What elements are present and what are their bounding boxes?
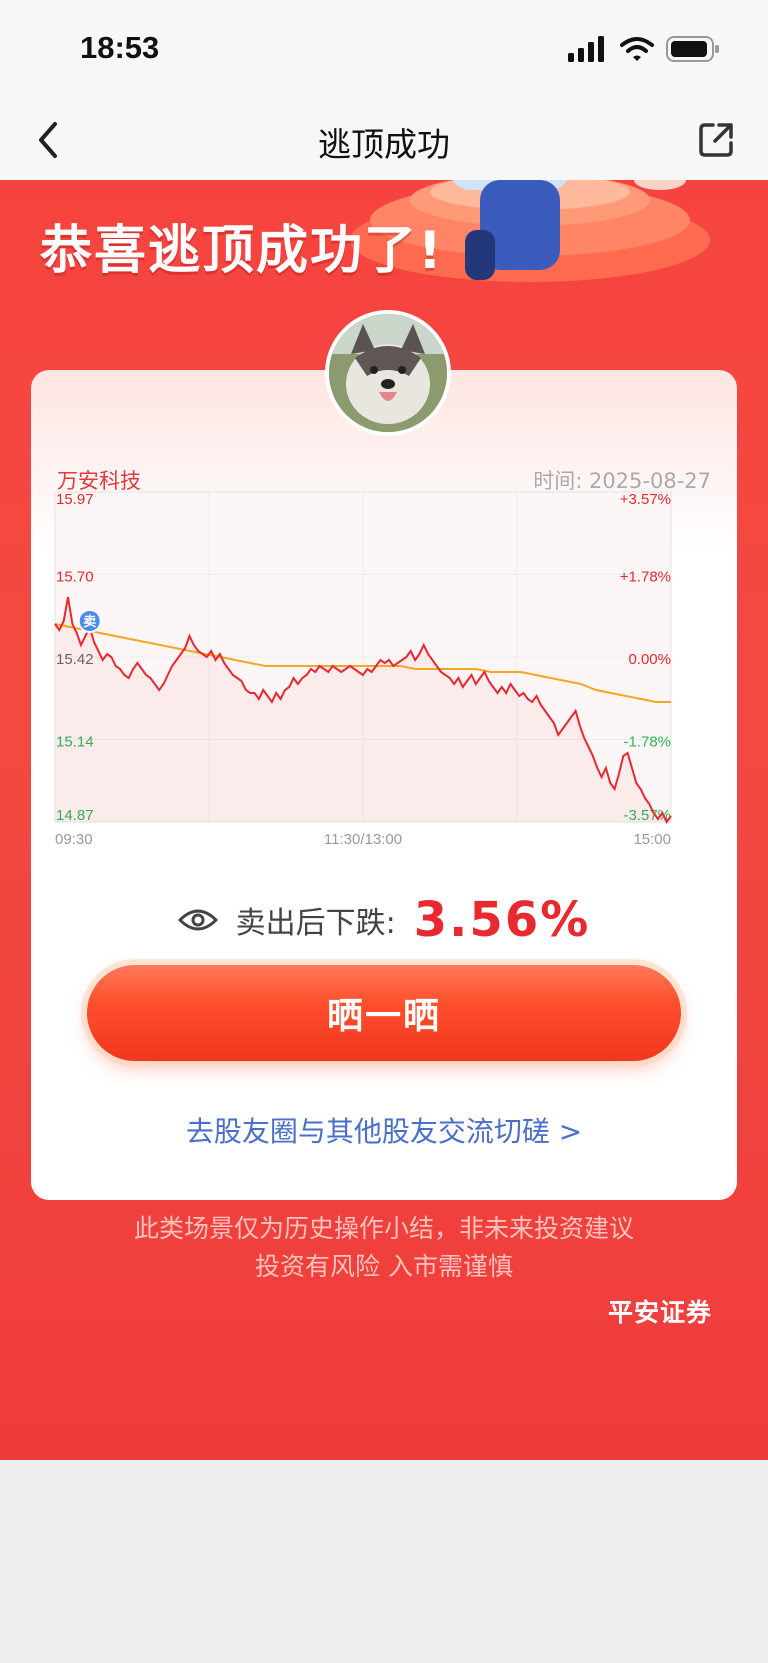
status-icons [568, 36, 720, 62]
cellular-signal-icon [568, 36, 604, 62]
share-button[interactable]: 晒一晒 [87, 965, 681, 1061]
battery-icon [666, 36, 719, 62]
share-external-icon [699, 123, 733, 157]
result-row: 卖出后下跌: 3.56% [31, 890, 737, 950]
wifi-icon [620, 37, 654, 61]
price-tick-label: 15.97 [56, 491, 94, 508]
percent-tick-label: 0.00% [628, 651, 671, 668]
result-card: 万安科技 时间: 2025-08-27 15.9715.7015.4215.14… [31, 370, 737, 1200]
disclaimer-line-2: 投资有风险 入市需谨慎 [255, 1252, 513, 1281]
percent-tick-label: +3.57% [620, 491, 671, 508]
time-tick-label: 09:30 [55, 831, 93, 848]
intraday-chart: 15.9715.7015.4215.1414.87+3.57%+1.78%0.0… [54, 491, 672, 848]
result-label: 卖出后下跌: [235, 906, 396, 941]
community-link[interactable]: 去股友圈与其他股友交流切磋 > [31, 1110, 737, 1150]
status-time: 18:53 [80, 30, 160, 65]
time-tick-label: 11:30/13:00 [324, 831, 402, 848]
share-external-button[interactable] [692, 116, 740, 164]
eye-icon [177, 909, 218, 931]
disclaimer-line-1: 此类场景仅为历史操作小结，非未来投资建议 [133, 1214, 634, 1243]
result-value: 3.56% [413, 892, 591, 948]
hero-title: 恭喜逃顶成功了! [40, 221, 444, 281]
percent-tick-label: +1.78% [620, 569, 671, 586]
user-avatar [325, 310, 451, 436]
status-bar: 18:53 [0, 0, 768, 100]
disclaimer: 此类场景仅为历史操作小结，非未来投资建议 投资有风险 入市需谨慎 [0, 1210, 768, 1286]
navigation-bar: 逃顶成功 [0, 100, 768, 180]
page-title: 逃顶成功 [318, 125, 450, 164]
dog-avatar-image [329, 314, 447, 432]
time-tick-label: 15:00 [633, 831, 671, 848]
brand-logo: 平安证券 [607, 1298, 712, 1327]
sell-marker-label: 卖 [83, 614, 96, 630]
percent-tick-label: -1.78% [623, 734, 671, 751]
hero-section: 恭喜逃顶成功了! 万安科技 时间: 2025-08-27 15.9715.701… [0, 180, 768, 1460]
price-tick-label: 15.70 [56, 569, 94, 586]
